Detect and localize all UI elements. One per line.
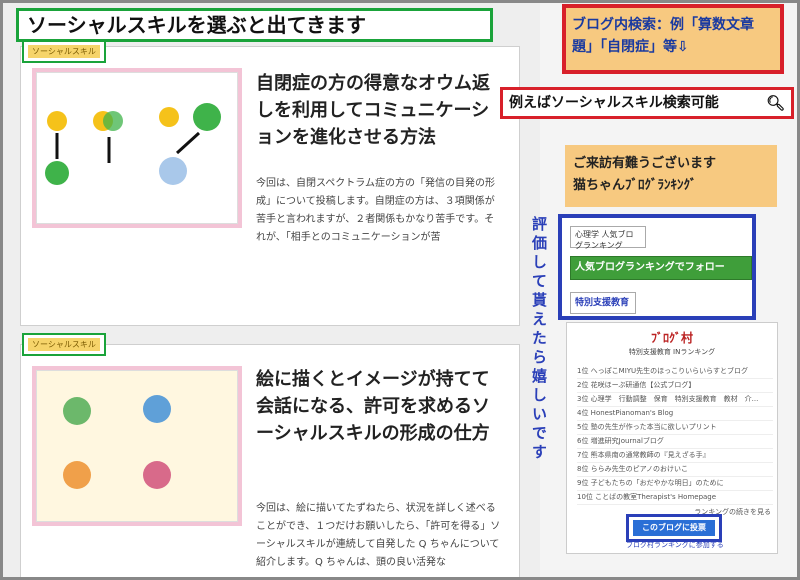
thanks-box: ご来訪有難うございます 猫ちゃんﾌﾞﾛｸﾞﾗﾝｷﾝｸﾞ xyxy=(565,145,777,207)
category-tag[interactable]: ソーシャルスキル xyxy=(28,338,100,351)
category-banner: ソーシャルスキルを選ぶと出てきます xyxy=(16,8,493,42)
vote-button[interactable]: このブログに投票 xyxy=(633,520,715,536)
ranking-item[interactable]: 4位 HonestPianoman's Blog xyxy=(577,407,773,422)
post-title[interactable]: 絵に描くとイメージが持てて会話になる、許可を求めるソーシャルスキルの形成の仕方 xyxy=(256,366,506,447)
vertical-note: 評価して貰えたら嬉しいです xyxy=(530,216,548,463)
ranking-banners: 心理学 人気ブログランキング 人気ブログランキングでフォロー 特別支援教育 xyxy=(558,214,756,320)
ranking-item[interactable]: 8位 ららみ先生のピアノのおけいこ xyxy=(577,463,773,478)
ranking-item[interactable]: 1位 へっぽこMIYU先生のほっこりいらいらすとブログ xyxy=(577,365,773,380)
ranking-item[interactable]: 3位 心理学 行動調整 保育 特別支援教育 教材 介... xyxy=(577,393,773,408)
search-input[interactable] xyxy=(509,94,759,110)
ranking-subtitle: 特別支援教育 INランキング xyxy=(628,348,716,356)
ranking-item[interactable]: 7位 熊本県南の通常教師の『見えざる手』 xyxy=(577,449,773,464)
psychology-ranking-banner[interactable]: 心理学 人気ブログランキング xyxy=(570,226,646,250)
vote-highlight: このブログに投票 xyxy=(626,514,722,542)
parrot-diagram-image xyxy=(37,73,237,223)
ranking-item[interactable]: 5位 塾の先生が作った本当に欲しいプリント xyxy=(577,421,773,436)
category-tag-highlight: ソーシャルスキル xyxy=(22,333,106,356)
special-education-banner[interactable]: 特別支援教育 xyxy=(570,292,636,314)
ranking-item[interactable]: 10位 ことばの教室Therapist's Homepage xyxy=(577,491,773,506)
ranking-item[interactable]: 2位 花咲ほーぷ研通信【公式ブログ】 xyxy=(577,379,773,394)
blogmura-logo[interactable]: ﾌﾞﾛｸﾞ村 xyxy=(567,329,777,346)
post-thumbnail[interactable] xyxy=(36,72,238,224)
post-thumbnail[interactable] xyxy=(36,370,238,522)
category-tag[interactable]: ソーシャルスキル xyxy=(28,45,100,58)
search-box: 🔍︎ xyxy=(500,87,794,119)
ranking-footer-link[interactable]: ブログ村ランキングに参加する xyxy=(626,540,724,550)
post-excerpt: 今回は、自閉スペクトラム症の方の「発信の目発の形成」について投稿します。自閉症の… xyxy=(256,178,495,243)
post-title[interactable]: 自閉症の方の得意なオウム返しを利用してコミュニケーションを進化させる方法 xyxy=(256,70,506,151)
search-hint: ブログ内検索：例「算数文章題」「自閉症」等⇩ xyxy=(562,4,784,74)
ranking-item[interactable]: 6位 増進研究Journalブログ xyxy=(577,435,773,450)
thanks-line: ご来訪有難うございます xyxy=(573,156,717,171)
category-tag-highlight: ソーシャルスキル xyxy=(22,40,106,63)
ranking-list: 1位 へっぽこMIYU先生のほっこりいらいらすとブログ 2位 花咲ほーぷ研通信【… xyxy=(567,365,777,506)
follow-banner[interactable]: 人気ブログランキングでフォロー xyxy=(570,256,752,280)
post-excerpt: 今回は、絵に描いてたずねたら、状況を詳しく述べることができ、１つだけお願いしたら… xyxy=(256,503,501,568)
illustration-image xyxy=(37,371,237,521)
ranking-item[interactable]: 9位 子どもたちの「おだやかな明日」のために xyxy=(577,477,773,492)
thanks-line: 猫ちゃんﾌﾞﾛｸﾞﾗﾝｷﾝｸﾞ xyxy=(573,178,697,194)
search-icon[interactable]: 🔍︎ xyxy=(766,94,785,112)
